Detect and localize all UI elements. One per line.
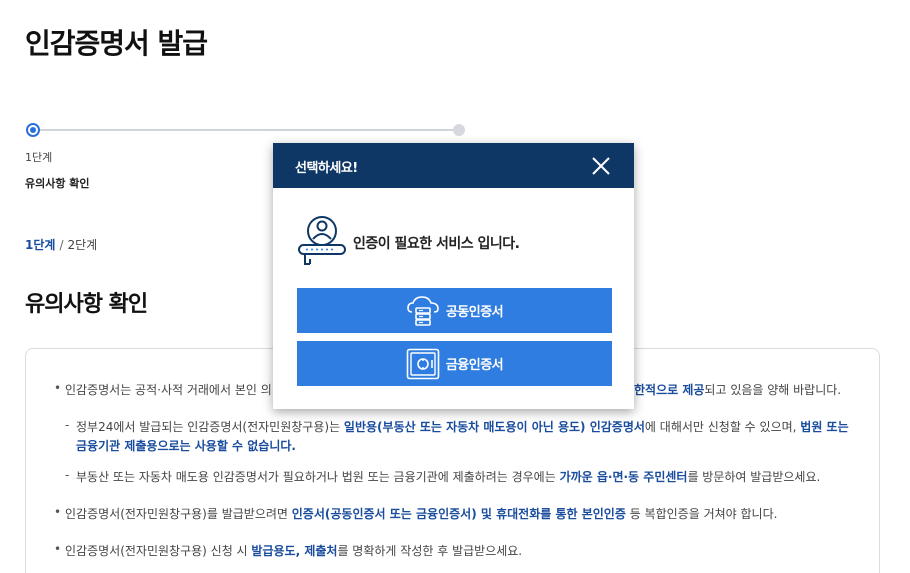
notice-text: 등 복합인증을 거쳐야 합니다. <box>625 507 778 521</box>
notice-text: 를 명확하게 작성한 후 발급받으세요. <box>337 544 523 558</box>
notice-subitem-1: 정부24에서 발급되는 인감증명서(전자민원창구용)는 일반용(부동산 또는 자… <box>65 418 849 435</box>
notice-highlight: 한적으로 제공 <box>634 383 705 397</box>
notice-highlight: 법원 또는 <box>800 420 849 434</box>
notice-item-3: 인감증명서(전자민원창구용) 신청 시 발급용도, 제출처를 명확하게 작성한 … <box>54 542 523 559</box>
joint-certificate-label: 공동인증서 <box>445 305 504 320</box>
step-breadcrumb-current: 1단계 <box>25 238 56 252</box>
notice-text: 인감증명서(전자민원창구용) 신청 시 <box>65 544 252 558</box>
notice-item-1-tail: 한적으로 제공되고 있음을 양해 바랍니다. <box>634 381 841 398</box>
cloud-server-icon <box>407 295 439 326</box>
notice-highlight: 일반용(부동산 또는 자동차 매도용이 아닌 용도) 인감증명서 <box>343 420 645 434</box>
notice-subitem-2: 부동산 또는 자동차 매도용 인감증명서가 필요하거나 법원 또는 금융기관에 … <box>65 468 821 485</box>
notice-item-2: 인감증명서(전자민원창구용)를 발급받으려면 인증서(공동인증서 또는 금융인증… <box>54 505 778 522</box>
modal-title: 선택하세요! <box>295 161 358 176</box>
joint-certificate-button[interactable]: 공동인증서 <box>297 288 612 333</box>
financial-certificate-button[interactable]: 금융인증서 <box>297 341 612 386</box>
notice-text: 를 방문하여 발급받으세요. <box>687 470 821 484</box>
notice-item-1: 인감증명서는 공적·사적 거래에서 본인 의 <box>54 381 272 398</box>
notice-text: 인감증명서는 공적·사적 거래에서 본인 의 <box>65 383 272 397</box>
step-indicator-active <box>26 123 40 137</box>
notice-highlight: 인증서(공동인증서 또는 금융인증서) 및 휴대전화를 통한 본인인증 <box>291 507 626 521</box>
notice-text: 인감증명서(전자민원창구용)를 발급받으려면 <box>65 507 292 521</box>
modal-message: 인증이 필요한 서비스 입니다. <box>353 236 520 252</box>
close-icon[interactable] <box>589 154 613 178</box>
modal-header: 선택하세요! <box>273 143 634 188</box>
notice-subitem-1-line2: 금융기관 제출용으로는 사용할 수 없습니다. <box>76 437 296 454</box>
step-number: 1단계 <box>25 151 53 164</box>
notice-highlight: 가까운 읍·면·동 주민센터 <box>559 470 688 484</box>
safe-icon <box>406 348 440 379</box>
step-name: 유의사항 확인 <box>25 177 90 190</box>
auth-select-modal: 선택하세요! 인증이 필요한 서비스 입니다. 공동인증서 금융인증서 <box>273 143 634 409</box>
notice-text: 부동산 또는 자동차 매도용 인감증명서가 필요하거나 법원 또는 금융기관에 … <box>76 470 560 484</box>
user-auth-icon <box>297 214 347 266</box>
financial-certificate-label: 금융인증서 <box>445 358 504 373</box>
step-breadcrumb-separator: / <box>59 238 64 252</box>
stepper-track <box>33 129 459 131</box>
section-title: 유의사항 확인 <box>25 292 148 317</box>
notice-text: 에 대해서만 신청할 수 있으며, <box>644 420 801 434</box>
page-title: 인감증명서 발급 <box>25 27 208 60</box>
notice-text: 정부24에서 발급되는 인감증명서(전자민원창구용)는 <box>76 420 344 434</box>
step-indicator-next <box>453 124 465 136</box>
step-breadcrumb: 1단계/2단계 <box>25 236 97 253</box>
step-breadcrumb-total: 2단계 <box>67 238 98 252</box>
notice-highlight: 발급용도, 제출처 <box>251 544 338 558</box>
notice-text: 되고 있음을 양해 바랍니다. <box>704 383 842 397</box>
notice-highlight: 금융기관 제출용으로는 사용할 수 없습니다. <box>76 439 296 453</box>
